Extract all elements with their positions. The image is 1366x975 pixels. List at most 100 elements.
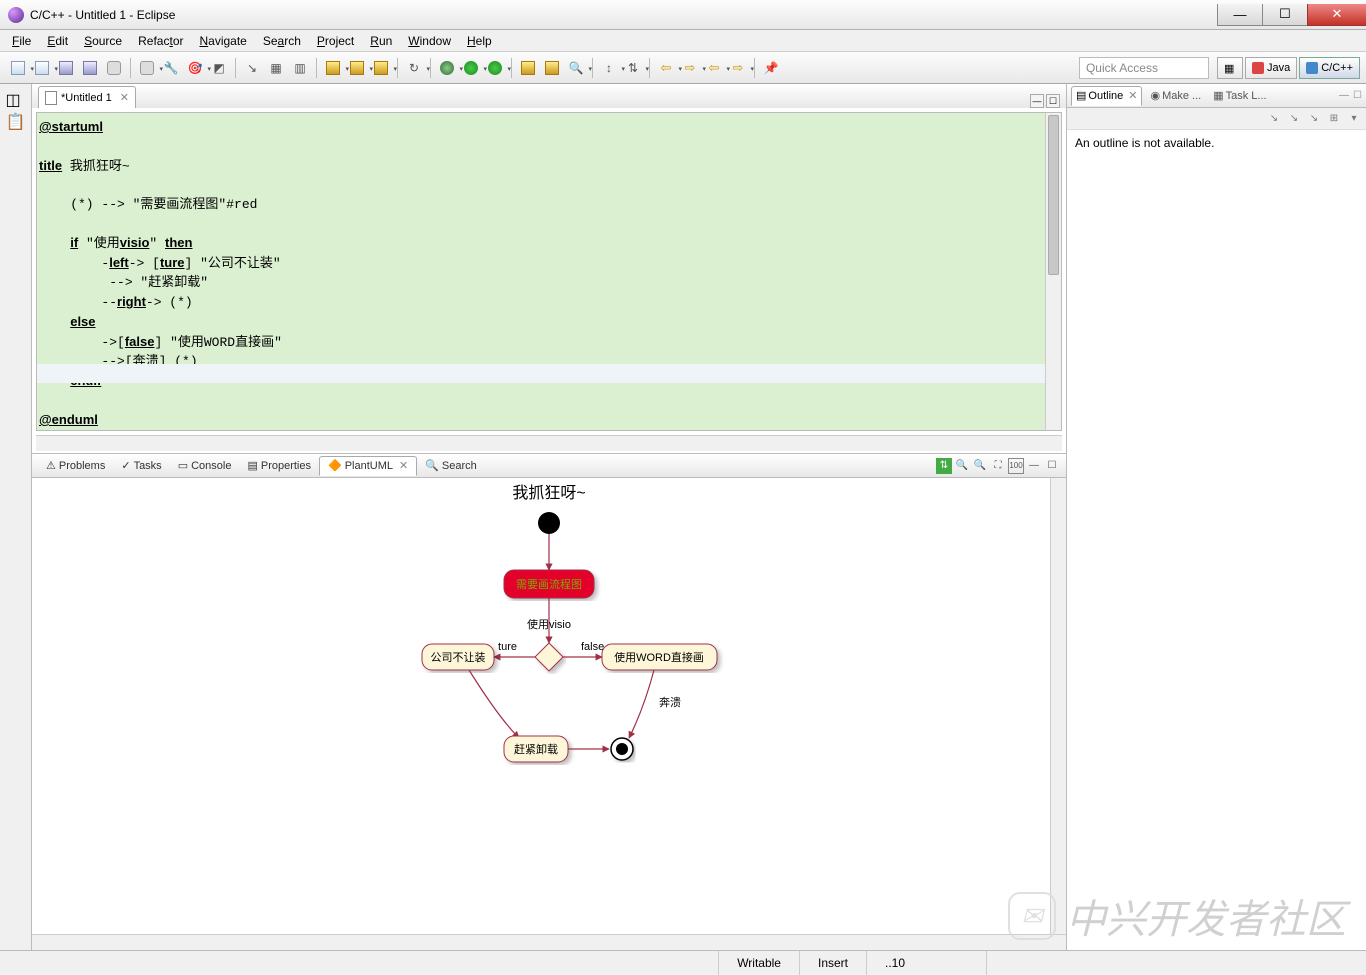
filter1-icon[interactable]: ↘ [1266, 111, 1282, 127]
code-editor[interactable]: @startuml title 我抓狂呀~ (*) --> "需要画流程图"#r… [36, 112, 1062, 431]
wrench-button[interactable]: 🔧 [160, 57, 182, 79]
menu-icon[interactable]: ▾ [1346, 111, 1362, 127]
tab-make[interactable]: ◉ Make ... [1146, 86, 1205, 106]
target-button[interactable]: 🎯 [184, 57, 206, 79]
binary-button[interactable]: ◩ [208, 57, 230, 79]
zoom-100-icon[interactable]: 100 [1008, 458, 1024, 474]
maximize-editor-icon[interactable]: ☐ [1046, 94, 1060, 108]
plantuml-preview[interactable]: 我抓狂呀~ 需要画流程图 使用visio ture [32, 478, 1066, 950]
search2-button[interactable]: 🔍 [565, 57, 587, 79]
editor-vscrollbar[interactable] [1045, 113, 1061, 430]
na-button[interactable]: ↘ [241, 57, 263, 79]
menu-project[interactable]: Project [309, 32, 362, 50]
svg-text:需要画流程图: 需要画流程图 [516, 577, 582, 591]
back-button[interactable]: ⇦ [655, 57, 677, 79]
diagram-vscroll[interactable] [1050, 478, 1066, 934]
build-button[interactable] [136, 57, 158, 79]
debug-button[interactable] [436, 57, 458, 79]
tab-outline[interactable]: ▤ Outline✕ [1071, 86, 1142, 106]
step-button[interactable]: ↕ [598, 57, 620, 79]
tab-console[interactable]: ▭ Console [170, 456, 240, 476]
outline-toolbar: ↘ ↘ ↘ ⊞ ▾ [1067, 108, 1366, 130]
editor-tab-bar: *Untitled 1 ✕ — ☐ [32, 84, 1066, 108]
open-type-button[interactable] [541, 57, 563, 79]
tab-problems[interactable]: ⚠ Problems [38, 456, 113, 476]
svg-text:使用visio: 使用visio [527, 618, 571, 631]
filter2-icon[interactable]: ↘ [1286, 111, 1302, 127]
tab-plantuml[interactable]: 🔶 PlantUML✕ [319, 456, 417, 476]
clipboard-icon[interactable]: 📋 [6, 112, 26, 132]
menu-file[interactable]: File [4, 32, 39, 50]
maximize-button[interactable]: ☐ [1262, 4, 1308, 26]
new-button[interactable] [7, 57, 29, 79]
source-code: @startuml title 我抓狂呀~ (*) --> "需要画流程图"#r… [37, 113, 1061, 431]
open-perspective-button[interactable]: ▦ [1217, 57, 1243, 79]
close-tab-icon[interactable]: ✕ [120, 91, 129, 104]
max-view-icon[interactable]: ☐ [1044, 458, 1060, 474]
group-icon[interactable]: ⊞ [1326, 111, 1342, 127]
editor-tab-untitled1[interactable]: *Untitled 1 ✕ [38, 86, 136, 108]
zoom-in-icon[interactable]: 🔍 [954, 458, 970, 474]
window-title: C/C++ - Untitled 1 - Eclipse [30, 8, 175, 22]
menu-help[interactable]: Help [459, 32, 500, 50]
status-insert: Insert [799, 951, 866, 975]
new-class-button[interactable] [322, 57, 344, 79]
outline-tab-bar: ▤ Outline✕ ◉ Make ... ▦ Task L... — ☐ [1067, 84, 1366, 108]
minimize-editor-icon[interactable]: — [1030, 94, 1044, 108]
svg-text:ture: ture [498, 641, 517, 653]
diagram-title: 我抓狂呀~ [512, 484, 585, 502]
new-folder-button[interactable] [346, 57, 368, 79]
tab-properties[interactable]: ▤ Properties [239, 456, 319, 476]
refresh-button[interactable]: ↻ [403, 57, 425, 79]
new-src-button[interactable] [370, 57, 392, 79]
filter3-icon[interactable]: ↘ [1306, 111, 1322, 127]
zoom-out-icon[interactable]: 🔍 [972, 458, 988, 474]
block-button[interactable]: ▦ [265, 57, 287, 79]
forward-button[interactable]: ⇨ [679, 57, 701, 79]
svg-text:false: false [581, 641, 604, 653]
sync-icon[interactable]: ⇅ [936, 458, 952, 474]
fit-icon[interactable]: ⛶ [990, 458, 1006, 474]
run-button[interactable] [460, 57, 482, 79]
svg-text:赶紧卸载: 赶紧卸载 [514, 742, 558, 756]
last-edit-button[interactable]: ⇦ [703, 57, 725, 79]
block2-button[interactable]: ▥ [289, 57, 311, 79]
new-pkg-button[interactable] [517, 57, 539, 79]
tab-search[interactable]: 🔍 Search [417, 456, 485, 476]
max-icon[interactable]: ☐ [1353, 90, 1362, 101]
pin-button[interactable]: 📌 [760, 57, 782, 79]
run-last-button[interactable] [484, 57, 506, 79]
new-project-button[interactable] [31, 57, 53, 79]
svg-text:公司不让装: 公司不让装 [431, 651, 486, 664]
editor-hscrollbar[interactable] [36, 435, 1062, 451]
min-view-icon[interactable]: — [1026, 458, 1042, 474]
menu-run[interactable]: Run [362, 32, 400, 50]
min-icon[interactable]: — [1339, 90, 1349, 101]
next-edit-button[interactable]: ⇨ [727, 57, 749, 79]
perspective-cpp[interactable]: C/C++ [1299, 57, 1360, 79]
diagram-hscroll[interactable] [32, 934, 1066, 950]
menu-refactor[interactable]: Refactor [130, 32, 191, 50]
close-button[interactable]: ✕ [1307, 4, 1366, 26]
perspective-java[interactable]: Java [1245, 57, 1297, 79]
print-button[interactable] [103, 57, 125, 79]
menu-search[interactable]: Search [255, 32, 309, 50]
minimize-button[interactable]: — [1217, 4, 1263, 26]
status-writable: Writable [718, 951, 799, 975]
restore-icon[interactable]: ◫ [6, 90, 26, 110]
menu-navigate[interactable]: Navigate [191, 32, 254, 50]
save-all-button[interactable] [79, 57, 101, 79]
menu-window[interactable]: Window [400, 32, 459, 50]
step2-button[interactable]: ⇅ [622, 57, 644, 79]
tab-tasks[interactable]: ✓ Tasks [113, 456, 169, 476]
close-icon[interactable]: ✕ [399, 459, 408, 472]
main-toolbar: 🔧 🎯 ◩ ↘ ▦ ▥ ↻ 🔍 ↕ ⇅ ⇦ ⇨ ⇦ ⇨ 📌 Quick Acce… [0, 52, 1366, 84]
status-position: .. 10 [866, 951, 986, 975]
save-button[interactable] [55, 57, 77, 79]
quick-access-input[interactable]: Quick Access [1079, 57, 1209, 79]
menu-source[interactable]: Source [76, 32, 130, 50]
menu-bar: File Edit Source Refactor Navigate Searc… [0, 30, 1366, 52]
menu-edit[interactable]: Edit [39, 32, 76, 50]
tab-tasklist[interactable]: ▦ Task L... [1209, 86, 1270, 106]
outline-body: An outline is not available. [1067, 130, 1366, 950]
